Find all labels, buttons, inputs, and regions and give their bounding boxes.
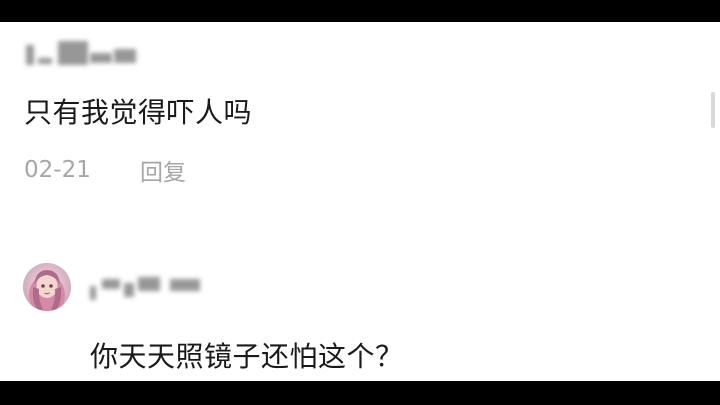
avatar[interactable] — [23, 263, 71, 311]
blurred-username[interactable] — [24, 35, 140, 69]
comment-item: 只有我觉得吓人吗 02-21 回复 — [0, 22, 720, 222]
reply-button[interactable]: 回复 — [140, 153, 186, 187]
comment-date: 02-21 — [24, 157, 91, 183]
comment-reply-item: 你天天照镜子还怕这个？ — [0, 247, 720, 381]
avatar-image-icon — [23, 263, 71, 311]
screen: 只有我觉得吓人吗 02-21 回复 你天天照镜子还怕这个？ — [0, 0, 720, 405]
reply-text: 你天天照镜子还怕这个？ — [90, 340, 404, 373]
scrollbar[interactable] — [711, 92, 715, 128]
comment-panel: 只有我觉得吓人吗 02-21 回复 你天天照镜子还怕这个？ — [0, 22, 720, 381]
comment-meta: 02-21 回复 — [24, 153, 186, 187]
comment-text: 只有我觉得吓人吗 — [24, 96, 253, 129]
blurred-username[interactable] — [90, 271, 210, 305]
